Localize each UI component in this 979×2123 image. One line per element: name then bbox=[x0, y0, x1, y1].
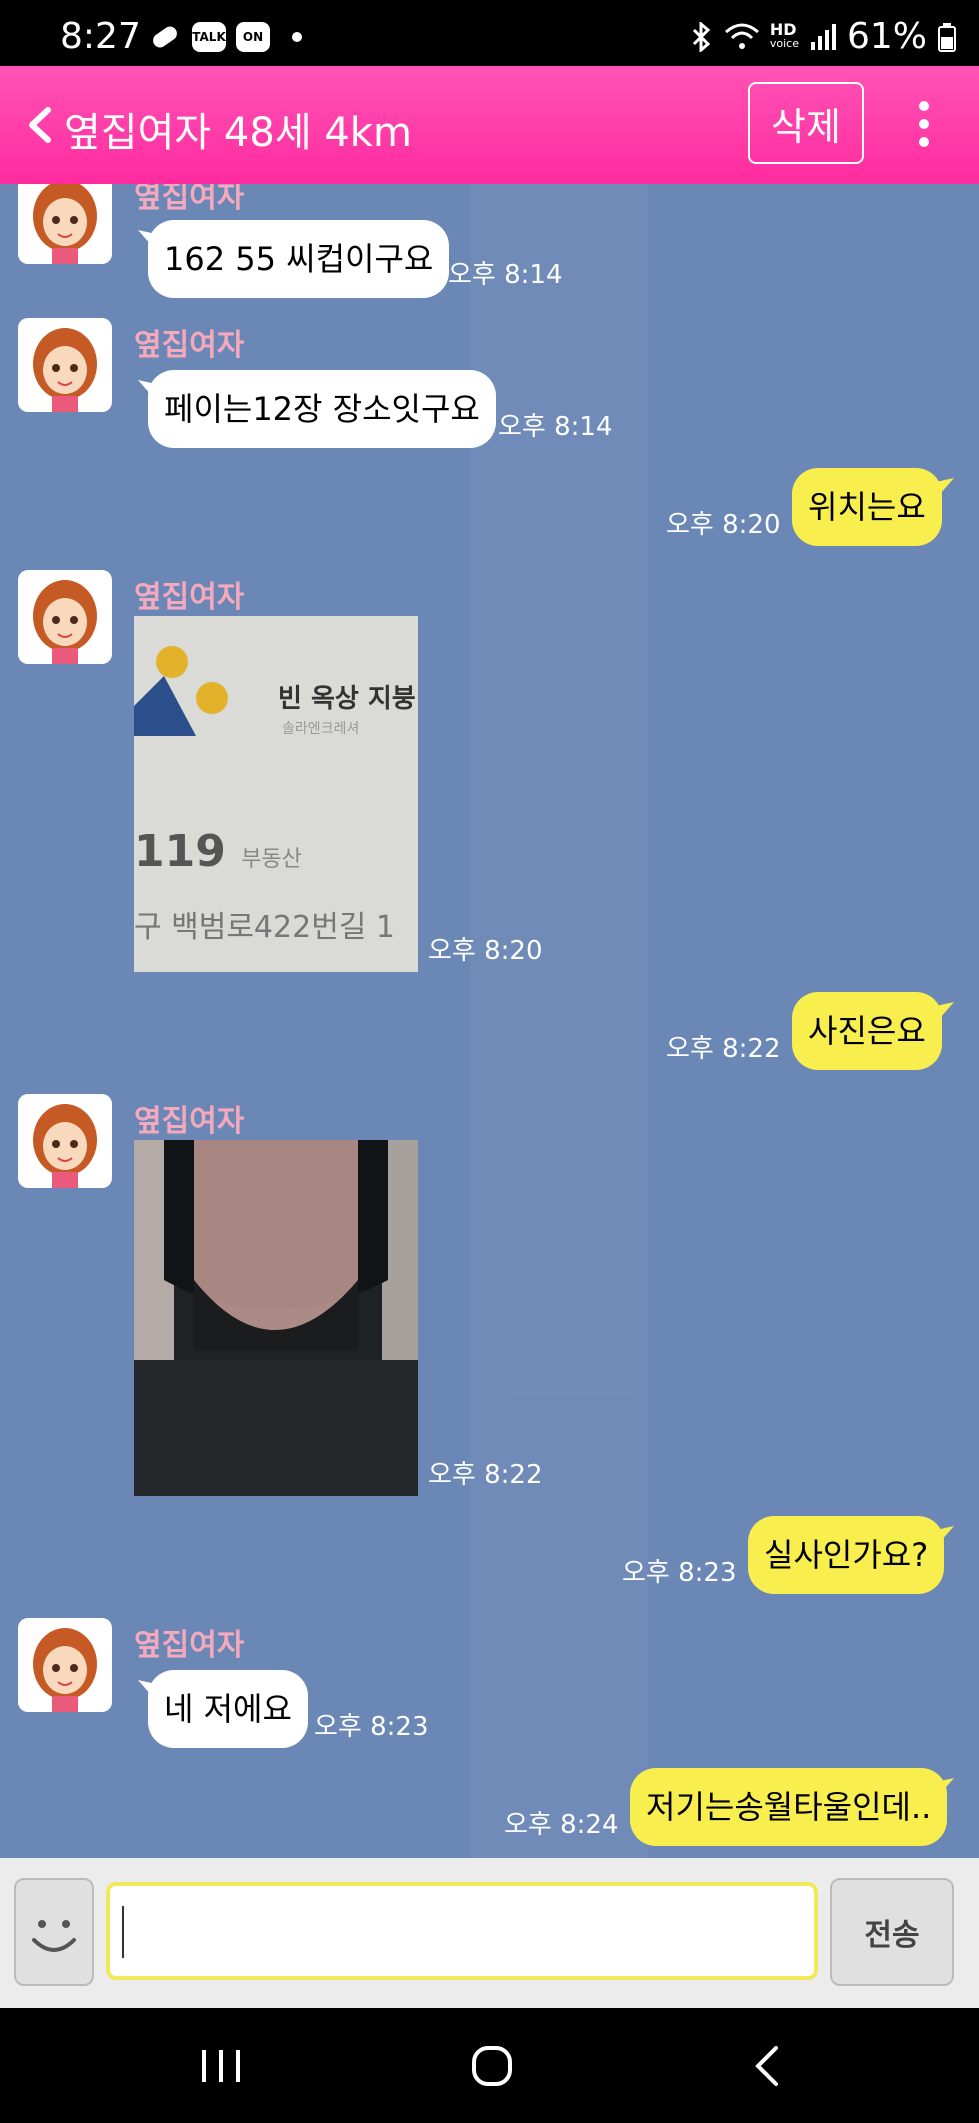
avatar[interactable] bbox=[18, 1094, 112, 1188]
bubble-tail bbox=[936, 1778, 954, 1794]
avatar-icon bbox=[33, 328, 97, 412]
message-time: 오후 8:22 bbox=[666, 1034, 781, 1064]
message-bubble-outgoing[interactable]: 위치는요 bbox=[792, 468, 942, 546]
avatar[interactable] bbox=[18, 318, 112, 412]
voice-label: voice bbox=[769, 36, 799, 50]
photo-text: 구 백범로422번길 1 bbox=[134, 910, 396, 945]
message-bubble-incoming[interactable]: 페이는12장 장소잇구요 bbox=[148, 370, 496, 448]
recent-apps-icon[interactable] bbox=[198, 2044, 244, 2088]
photo-text: 빈 옥상 지붕 bbox=[278, 684, 416, 714]
chat-title: 옆집여자 48세 4km bbox=[64, 110, 412, 156]
photo-subtext: 부동산 bbox=[241, 847, 302, 872]
photo-attachment[interactable] bbox=[134, 1140, 418, 1496]
message-input[interactable] bbox=[106, 1882, 818, 1980]
battery-icon bbox=[938, 22, 956, 52]
photo-number: 119 bbox=[134, 826, 226, 877]
bubble-tail bbox=[936, 1526, 954, 1542]
photo-image bbox=[134, 1140, 418, 1496]
link-icon bbox=[153, 26, 177, 48]
avatar-icon bbox=[33, 184, 97, 264]
text-cursor bbox=[122, 1906, 124, 1958]
message-bubble-outgoing[interactable]: 실사인가요? bbox=[748, 1516, 945, 1594]
bubble-tail bbox=[936, 1002, 954, 1018]
avatar[interactable] bbox=[18, 1618, 112, 1712]
photo-text: 솔라엔크레셔 bbox=[282, 721, 360, 737]
home-icon[interactable] bbox=[470, 2044, 514, 2088]
back-icon[interactable] bbox=[750, 2044, 786, 2088]
avatar-icon bbox=[33, 1628, 97, 1712]
avatar-icon bbox=[33, 580, 97, 664]
sender-name: 옆집여자 bbox=[134, 184, 245, 215]
hd-label: HD bbox=[769, 19, 797, 39]
photo-attachment[interactable]: 빈 옥상 지붕 솔라엔크레셔 119 부동산 구 백범로422번길 1 bbox=[134, 616, 418, 972]
message-bubble-incoming[interactable]: 162 55 씨컵이구요 bbox=[148, 220, 450, 298]
on-icon: ON bbox=[236, 22, 270, 52]
notification-icons: TALK ON bbox=[148, 22, 302, 52]
sender-name: 옆집여자 bbox=[134, 580, 245, 615]
message-time: 오후 8:14 bbox=[498, 412, 613, 442]
hd-voice-icon: HD voice bbox=[769, 19, 799, 51]
message-time: 오후 8:20 bbox=[666, 510, 781, 540]
message-bubble-outgoing[interactable]: 저기는송월타울인데.. bbox=[630, 1768, 948, 1846]
delete-button[interactable]: 삭제 bbox=[748, 82, 864, 164]
emoji-button[interactable] bbox=[14, 1878, 94, 1986]
send-button[interactable]: 전송 bbox=[830, 1878, 954, 1986]
chat-area[interactable]: 옆집여자 162 55 씨컵이구요 오후 8:14 옆집여자 페이는12장 장소… bbox=[0, 184, 979, 1858]
chat-header: 옆집여자 48세 4km 삭제 bbox=[0, 66, 979, 184]
more-options-icon[interactable] bbox=[910, 96, 938, 152]
avatar[interactable] bbox=[18, 570, 112, 664]
smiley-icon bbox=[32, 1920, 76, 1952]
photo-text: 119 부동산 bbox=[134, 826, 302, 877]
sender-name: 옆집여자 bbox=[134, 1104, 245, 1139]
message-bubble-outgoing[interactable]: 사진은요 bbox=[792, 992, 942, 1070]
bubble-tail bbox=[936, 478, 954, 494]
avatar[interactable] bbox=[18, 184, 112, 264]
message-time: 오후 8:24 bbox=[504, 1810, 619, 1840]
navigation-bar bbox=[0, 2008, 979, 2123]
message-bubble-incoming[interactable]: 네 저에요 bbox=[148, 1670, 308, 1748]
message-time: 오후 8:23 bbox=[314, 1712, 429, 1742]
dot-icon bbox=[292, 32, 302, 42]
talk-icon: TALK bbox=[192, 22, 226, 52]
signal-icon bbox=[810, 23, 836, 50]
avatar-icon bbox=[33, 1104, 97, 1188]
battery-percent: 61% bbox=[846, 16, 927, 57]
back-arrow-icon[interactable] bbox=[20, 102, 60, 148]
status-time: 8:27 bbox=[60, 16, 141, 57]
message-time: 오후 8:22 bbox=[428, 1460, 543, 1490]
sender-name: 옆집여자 bbox=[134, 328, 245, 363]
wifi-icon bbox=[724, 23, 759, 49]
input-bar: 전송 bbox=[0, 1858, 979, 2008]
bluetooth-icon bbox=[692, 21, 711, 52]
status-bar: 8:27 TALK ON HD voice 61% bbox=[0, 0, 979, 66]
message-time: 오후 8:20 bbox=[428, 936, 543, 966]
message-time: 오후 8:14 bbox=[448, 260, 563, 290]
system-icons: HD voice 61% bbox=[690, 16, 957, 57]
message-time: 오후 8:23 bbox=[622, 1558, 737, 1588]
sender-name: 옆집여자 bbox=[134, 1628, 245, 1663]
